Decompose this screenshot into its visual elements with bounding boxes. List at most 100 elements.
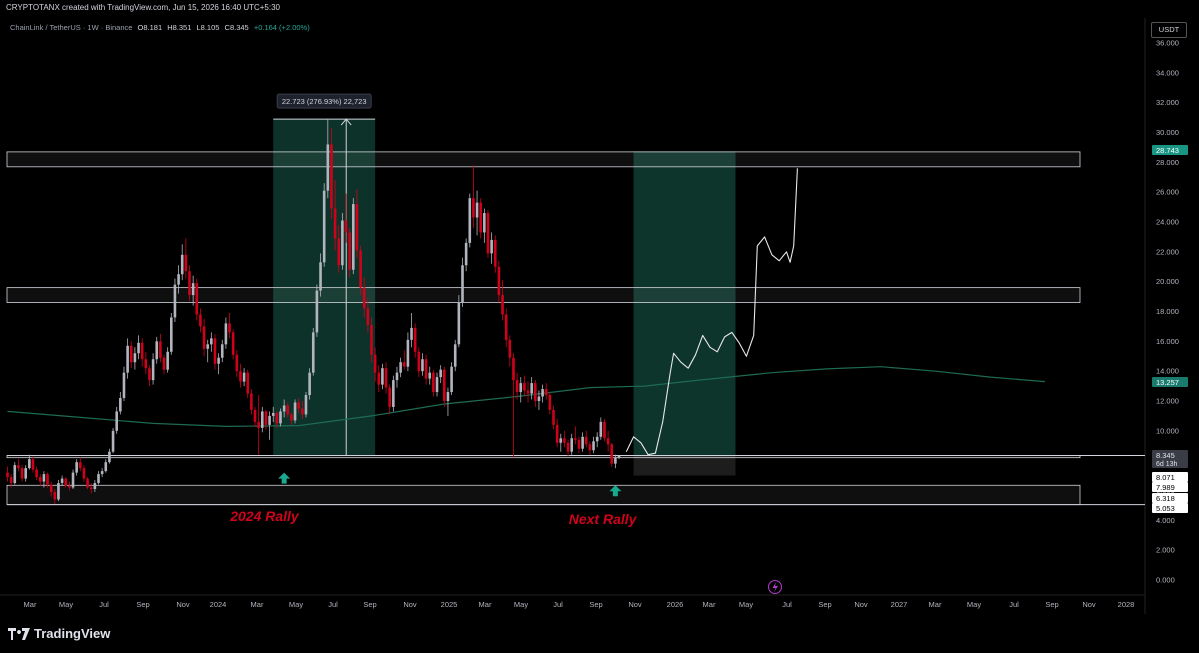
candle-body xyxy=(384,368,388,388)
candle-body xyxy=(515,380,519,393)
candle-body xyxy=(293,402,297,421)
candle-body xyxy=(253,409,257,422)
candle-body xyxy=(24,468,27,479)
candle-body xyxy=(402,362,406,367)
candle-body xyxy=(413,327,417,352)
candle-body xyxy=(450,366,453,393)
candle-body xyxy=(574,438,577,440)
candle-body xyxy=(519,383,523,393)
candle-body xyxy=(544,389,548,396)
symbol-name[interactable]: ChainLink / TetherUS · 1W · Binance xyxy=(10,23,132,32)
candle-body xyxy=(250,393,253,410)
candle-body xyxy=(231,332,235,355)
candle-body xyxy=(268,415,271,425)
candle-body xyxy=(526,390,530,394)
currency-selector[interactable]: USDT xyxy=(1151,22,1187,38)
candle-body xyxy=(38,477,42,482)
candle-body xyxy=(60,478,64,484)
candle-body xyxy=(559,438,563,443)
candle-body xyxy=(290,414,293,421)
x-tick-label: Nov xyxy=(176,600,190,609)
symbol-legend[interactable]: ChainLink / TetherUS · 1W · Binance O8.1… xyxy=(10,23,313,32)
candle-body xyxy=(301,408,304,415)
candle-body xyxy=(337,238,341,266)
candle-body xyxy=(239,371,242,382)
candle-body xyxy=(570,438,573,452)
price-tag-label: 8.345 xyxy=(1156,451,1175,460)
candle-body xyxy=(534,383,537,401)
x-tick-label: Mar xyxy=(929,600,942,609)
candle-body xyxy=(228,323,231,333)
candle-body xyxy=(119,398,122,412)
price-zone-1 xyxy=(6,287,1081,303)
candle-body xyxy=(406,339,410,367)
candle-body xyxy=(195,283,199,315)
x-tick-label: Sep xyxy=(363,600,376,609)
candle-body xyxy=(140,342,144,360)
candle-body xyxy=(595,436,599,442)
y-tick-label: 16.000 xyxy=(1156,337,1179,346)
candle-body xyxy=(68,486,71,488)
candle-body xyxy=(166,351,169,370)
price-tag-label: 28.743 xyxy=(1156,146,1179,155)
x-tick-label: Sep xyxy=(1045,600,1058,609)
candle-body xyxy=(82,468,86,479)
candle-body xyxy=(464,242,468,266)
candle-body xyxy=(42,474,46,482)
candle-body xyxy=(246,372,250,394)
candle-body xyxy=(552,409,555,425)
candle-body xyxy=(184,254,188,272)
candle-body xyxy=(603,421,606,439)
candle-body xyxy=(457,302,461,345)
candle-body xyxy=(319,262,322,291)
candle-body xyxy=(210,338,213,345)
candle-body xyxy=(566,442,570,452)
price-tag-label: 5.053 xyxy=(1156,504,1175,513)
candle-body xyxy=(304,395,308,415)
chart-canvas[interactable]: 22.723 (276.93%) 22,723 2024 Rally Next Ra… xyxy=(0,0,1199,614)
x-tick-label: Sep xyxy=(589,600,602,609)
candle-body xyxy=(133,353,137,363)
tradingview-logo-icon xyxy=(8,627,30,640)
y-tick-label: 28.000 xyxy=(1156,158,1179,167)
y-tick-label: 14.000 xyxy=(1156,367,1179,376)
x-tick-label: Jul xyxy=(782,600,792,609)
candle-body xyxy=(443,369,446,401)
y-tick-label: 20.000 xyxy=(1156,277,1179,286)
price-tag-label: 7.989 xyxy=(1156,483,1175,492)
candle-body xyxy=(588,444,592,451)
measure-label: 22.723 (276.93%) 22,723 xyxy=(282,97,367,106)
candle-body xyxy=(541,389,544,397)
tradingview-logo[interactable]: TradingView xyxy=(8,626,110,641)
candle-body xyxy=(71,472,75,488)
candle-body xyxy=(479,202,482,233)
candle-body xyxy=(530,383,533,394)
candle-body xyxy=(362,287,366,309)
low-value: L8.105 xyxy=(196,23,220,32)
x-tick-label: Jul xyxy=(328,600,338,609)
y-tick-label: 30.000 xyxy=(1156,128,1179,137)
candle-body xyxy=(548,395,552,410)
candle-body xyxy=(395,372,399,381)
candle-body xyxy=(9,477,13,484)
candle-body xyxy=(137,342,140,354)
candle-body xyxy=(555,424,559,443)
candle-body xyxy=(191,283,195,296)
candle-body xyxy=(584,436,588,445)
y-tick-label: 36.000 xyxy=(1156,39,1179,48)
candle-body xyxy=(199,314,202,327)
candle-body xyxy=(486,213,490,254)
candle-body xyxy=(148,368,151,381)
candle-body xyxy=(370,324,373,355)
candle-body xyxy=(424,359,428,379)
price-tag-label: 6.318 xyxy=(1156,494,1175,503)
candle-body xyxy=(326,144,330,191)
x-tick-label: 2027 xyxy=(891,600,908,609)
x-tick-label: Mar xyxy=(24,600,37,609)
candle-body xyxy=(508,339,512,358)
candle-body xyxy=(606,438,610,445)
change-value: +0.164 (+2.00%) xyxy=(253,23,310,32)
x-tick-label: Nov xyxy=(403,600,417,609)
candle-body xyxy=(180,254,184,275)
x-tick-label: May xyxy=(514,600,528,609)
